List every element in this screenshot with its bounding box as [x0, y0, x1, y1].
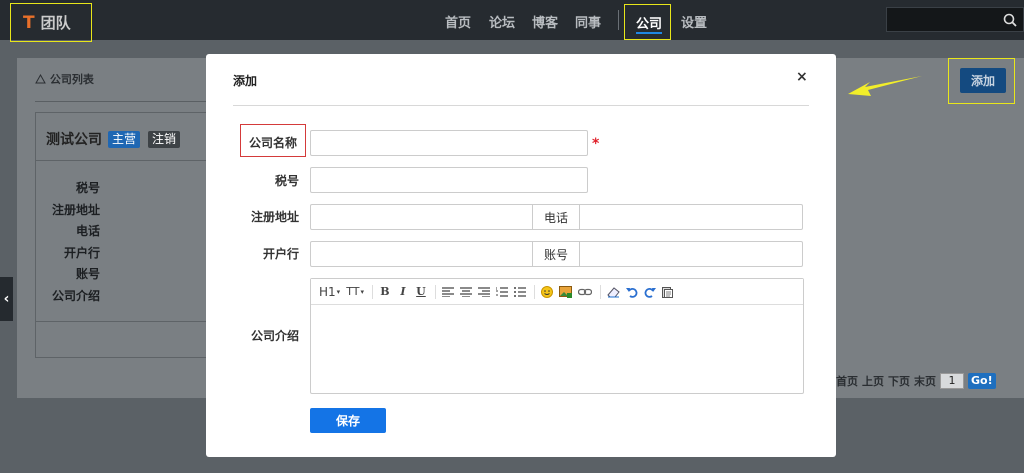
toolbar-divider — [599, 284, 601, 299]
reg-address-input[interactable] — [310, 204, 533, 230]
toolbar-divider — [434, 284, 436, 299]
page-number-input[interactable]: 1 — [940, 373, 964, 389]
card-field-address: 注册地址 — [51, 203, 100, 217]
align-right-icon[interactable] — [476, 283, 492, 301]
modal-divider — [233, 105, 809, 106]
company-name: 测试公司 — [46, 132, 102, 148]
tax-no-label: 税号 — [274, 174, 299, 188]
company-name-input[interactable] — [310, 130, 588, 156]
app-title: 团队 — [40, 14, 71, 32]
tax-no-input[interactable] — [310, 167, 588, 193]
nav-item-forum[interactable]: 论坛 — [489, 12, 515, 31]
undo-icon[interactable] — [624, 283, 640, 301]
search-box[interactable] — [886, 7, 1024, 32]
pager-next[interactable]: 下页 — [888, 373, 910, 389]
close-icon[interactable]: × — [796, 69, 808, 85]
modal-title: 添加 — [233, 74, 258, 88]
font-size-button[interactable]: TT ▾ — [344, 283, 366, 301]
card-footer — [36, 321, 209, 357]
emoji-icon[interactable] — [539, 283, 555, 301]
bank-input[interactable] — [310, 241, 533, 267]
pager-first[interactable]: 首页 — [836, 373, 858, 389]
app-logo[interactable]: T 团队 — [10, 3, 92, 42]
pager-go-button[interactable]: Go! — [968, 373, 996, 389]
company-name-label-highlight: 公司名称 — [240, 124, 306, 157]
add-company-button[interactable]: 添加 — [960, 68, 1006, 93]
image-icon[interactable] — [557, 283, 574, 301]
nav-item-colleagues[interactable]: 同事 — [575, 12, 601, 31]
phone-input[interactable] — [579, 204, 803, 230]
underline-button[interactable]: U — [413, 283, 429, 301]
required-mark: * — [592, 136, 600, 152]
annotation-arrow-icon — [848, 76, 922, 96]
italic-button[interactable]: I — [395, 283, 411, 301]
phone-addon: 电话 — [532, 204, 580, 230]
badge-main: 主营 — [108, 131, 141, 148]
nav-item-company-label: 公司 — [636, 17, 663, 32]
align-center-icon[interactable] — [458, 283, 474, 301]
panel-divider — [35, 101, 210, 102]
nav-item-settings[interactable]: 设置 — [681, 12, 707, 31]
account-addon: 账号 — [532, 241, 580, 267]
logo-letter: T — [23, 12, 35, 33]
nav-divider — [618, 10, 619, 30]
add-button-highlight: 添加 — [948, 58, 1015, 104]
nav-item-home[interactable]: 首页 — [445, 12, 471, 31]
eraser-icon[interactable] — [605, 283, 622, 301]
ordered-list-icon[interactable] — [494, 283, 510, 301]
heading-label: H1 — [319, 284, 336, 299]
card-field-phone: 电话 — [75, 224, 100, 238]
link-icon[interactable] — [576, 283, 594, 301]
card-field-account: 账号 — [75, 267, 100, 281]
nav-active-underline — [636, 32, 662, 34]
font-size-label: TT — [346, 285, 360, 298]
toolbar-divider — [371, 284, 373, 299]
intro-rich-editor: H1 ▾ TT ▾ B I U — [310, 278, 804, 394]
pager-last[interactable]: 末页 — [914, 373, 936, 389]
editor-toolbar: H1 ▾ TT ▾ B I U — [311, 279, 803, 305]
card-field-tax: 税号 — [75, 181, 100, 195]
nav-item-blog[interactable]: 博客 — [532, 12, 558, 31]
unordered-list-icon[interactable] — [512, 283, 528, 301]
company-name-label: 公司名称 — [248, 136, 297, 150]
bold-button[interactable]: B — [377, 283, 393, 301]
panel-title: 公司列表 — [35, 71, 94, 87]
save-button[interactable]: 保存 — [310, 408, 386, 433]
intro-label: 公司介绍 — [250, 329, 299, 343]
heading-button[interactable]: H1 ▾ — [317, 283, 342, 301]
align-left-icon[interactable] — [440, 283, 456, 301]
card-field-bank: 开户行 — [63, 246, 100, 260]
search-icon[interactable] — [997, 8, 1023, 31]
account-input[interactable] — [579, 241, 803, 267]
add-company-modal: 添加 × 公司名称 * 税号 注册地址 电话 开户行 账号 公司介绍 H1 ▾ T… — [206, 54, 836, 457]
redo-icon[interactable] — [642, 283, 658, 301]
panel-title-text: 公司列表 — [49, 73, 94, 86]
reg-address-label: 注册地址 — [250, 210, 299, 224]
badge-cancel[interactable]: 注销 — [148, 131, 181, 148]
pager-prev[interactable]: 上页 — [862, 373, 884, 389]
bank-label: 开户行 — [262, 247, 299, 261]
paste-icon[interactable] — [660, 283, 676, 301]
pagination: 首页 上页 下页 末页 1 Go! — [836, 373, 996, 389]
company-icon — [35, 73, 46, 84]
company-card: 测试公司 主营 注销 税号 注册地址 电话 开户行 账号 公司介绍 — [35, 112, 210, 358]
toolbar-divider — [533, 284, 535, 299]
nav-item-company[interactable]: 公司 — [624, 4, 671, 40]
card-field-intro: 公司介绍 — [51, 289, 100, 303]
top-bar: T 团队 首页 论坛 博客 同事 设置 公司 — [0, 0, 1024, 42]
chevron-left-icon[interactable]: ‹ — [0, 277, 13, 321]
card-divider — [36, 160, 209, 161]
